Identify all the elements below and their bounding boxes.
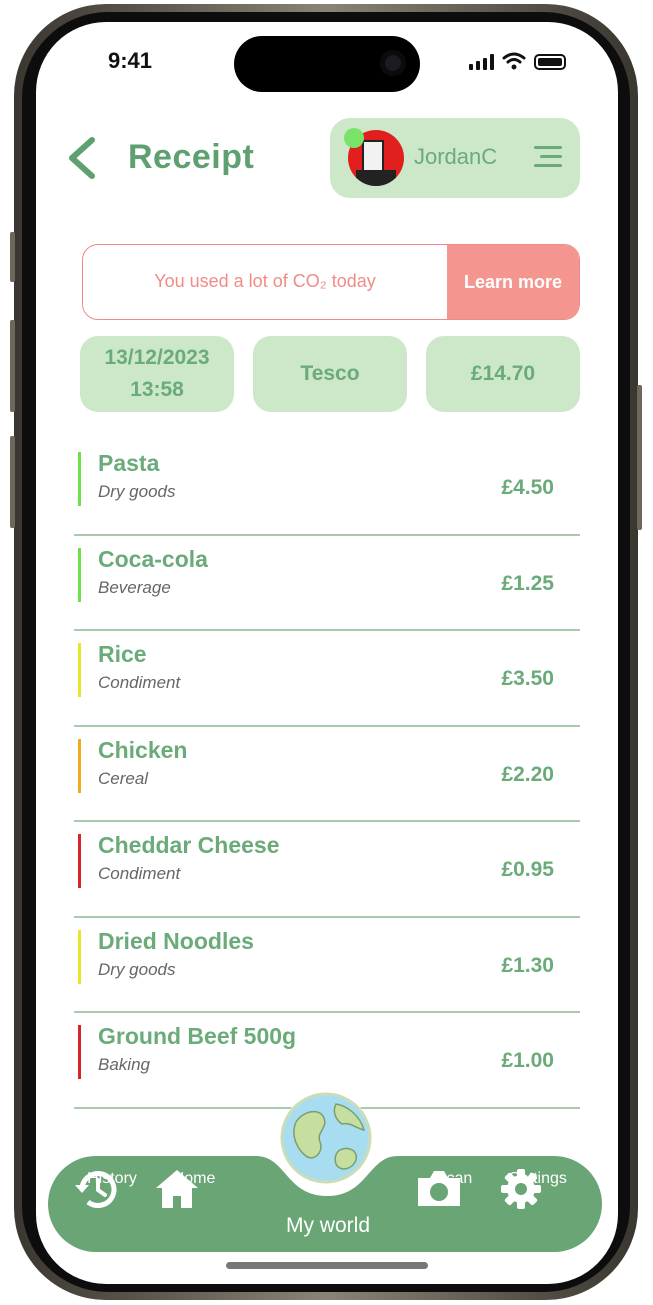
store-badge: Tesco [253,336,407,412]
list-item[interactable]: Pasta Dry goods £4.50 [74,440,580,536]
list-item[interactable]: Cheddar Cheese Condiment £0.95 [74,822,580,918]
date-time-badge: 13/12/2023 13:58 [80,336,234,412]
co2-indicator-bar [78,929,81,984]
dynamic-island [234,36,420,92]
item-name: Cheddar Cheese [98,832,280,858]
list-item[interactable]: Rice Condiment £3.50 [74,631,580,727]
globe-icon [280,1092,372,1184]
item-name: Coca-cola [98,545,208,572]
list-item[interactable]: Chicken Cereal £2.20 [74,727,580,822]
item-name: Chicken [98,736,188,763]
item-category: Dry goods [98,959,176,979]
co2-indicator-bar [78,643,81,697]
item-price: £3.50 [501,667,554,690]
tab-history[interactable]: History [72,1168,152,1208]
home-icon [156,1170,198,1208]
online-status-dot [344,128,364,148]
tab-scan[interactable]: Scan [414,1168,494,1206]
item-name: Rice [98,641,147,667]
my-world-button[interactable] [280,1092,372,1184]
item-list: Pasta Dry goods £4.50 Coca-cola Beverage £1.2… [74,440,580,1109]
item-name: Ground Beef 500g [98,1023,297,1049]
tab-home[interactable]: Home [154,1168,234,1208]
item-name: Pasta [98,450,160,476]
user-card[interactable]: JordanC [330,118,580,198]
co2-indicator-bar [78,452,81,506]
history-icon [75,1171,117,1208]
receipt-time: 13:58 [130,378,184,401]
chevron-left-icon[interactable] [62,136,102,180]
side-button [10,436,15,528]
username: JordanC [414,144,498,169]
camera-icon [380,50,406,76]
list-item[interactable]: Coca-cola Beverage £1.25 [74,536,580,631]
item-price: £1.25 [501,571,554,595]
item-category: Beverage [98,577,171,597]
side-button [10,320,15,412]
co2-indicator-bar [78,547,81,602]
item-price: £0.95 [501,858,554,881]
list-item[interactable]: Dried Noodles Dry goods £1.30 [74,918,580,1013]
item-price: £1.30 [501,953,554,977]
item-name: Dried Noodles [98,927,254,954]
page-title: Receipt [128,138,255,176]
signal-icon [469,54,494,70]
item-category: Condiment [98,673,181,692]
status-time: 9:41 [108,48,153,73]
receipt-date: 13/12/2023 [104,346,210,369]
item-category: Condiment [98,864,181,883]
item-category: Dry goods [98,482,176,501]
app-screen: 9:41 Receipt JordanC You used a lot of C… [36,22,618,1284]
status-icons [469,52,566,70]
alert-text: You used a lot of CO₂ today [154,271,376,291]
store-name: Tesco [300,362,360,385]
side-button [10,232,15,282]
learn-more-button[interactable]: Learn more [447,245,579,319]
item-price: £2.20 [501,762,554,786]
tab-settings[interactable]: Settings [498,1168,578,1209]
total-badge: £14.70 [426,336,580,412]
home-indicator [226,1262,428,1269]
receipt-total: £14.70 [470,362,536,385]
item-category: Cereal [98,768,149,788]
item-price: £4.50 [501,476,554,499]
item-category: Baking [98,1055,150,1074]
co2-indicator-bar [78,834,81,888]
menu-icon[interactable] [534,146,562,168]
gear-icon [501,1169,541,1209]
co2-alert-banner: You used a lot of CO₂ today Learn more [82,244,580,320]
co2-indicator-bar [78,1025,81,1079]
item-price: £1.00 [501,1049,554,1072]
co2-indicator-bar [78,738,81,793]
side-button [637,385,642,530]
camera-icon [418,1171,460,1206]
tab-my-world[interactable]: My world [238,1214,418,1238]
battery-icon [534,54,566,70]
wifi-icon [502,52,526,70]
